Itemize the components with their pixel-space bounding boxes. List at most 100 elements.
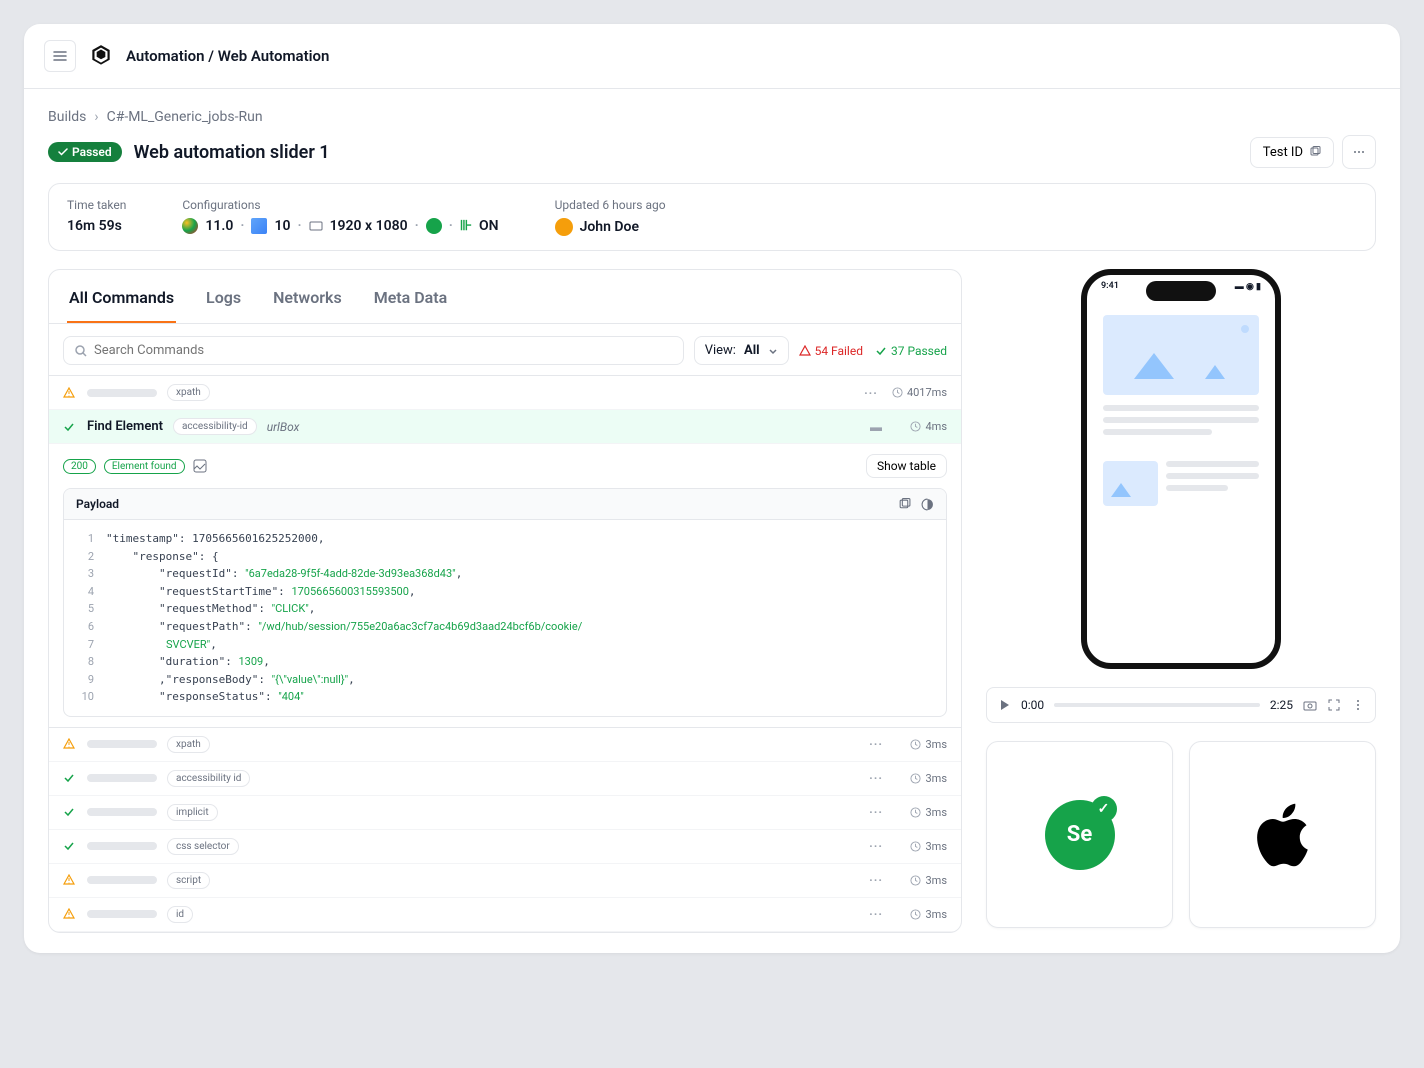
command-row[interactable]: xpath ··· 3ms [49,728,961,762]
check-icon [63,806,77,818]
selector-tag: accessibility id [167,770,250,787]
search-input-wrap[interactable] [63,336,684,365]
command-skeleton [87,842,157,850]
play-icon[interactable] [997,698,1011,712]
logo-icon [88,43,114,69]
apple-card[interactable] [1189,741,1376,928]
command-skeleton [87,740,157,748]
crumb-builds[interactable]: Builds [48,109,86,125]
image-icon[interactable] [193,459,207,473]
check-icon [875,345,887,357]
search-input[interactable] [94,343,673,358]
warning-icon [63,874,77,886]
command-detail: 200 Element found Show table Payload 1"t… [49,444,961,728]
camera-icon[interactable] [1303,698,1317,712]
avatar [555,218,573,236]
warning-icon [63,908,77,920]
selector-tag: accessibility-id [173,418,257,435]
row-more-button[interactable]: ▬ [866,420,887,434]
row-more-button[interactable]: ··· [865,771,887,785]
command-time: 3ms [897,806,947,819]
row-more-button[interactable]: ··· [865,805,887,819]
selector-tag: css selector [167,838,239,855]
command-time: 3ms [897,874,947,887]
more-icon[interactable] [1351,698,1365,712]
tab-logs[interactable]: Logs [204,270,243,323]
command-time: 3ms [897,840,947,853]
command-row[interactable]: css selector ··· 3ms [49,830,961,864]
theme-icon[interactable] [921,498,934,511]
globe-icon [426,218,442,234]
tab-all-commands[interactable]: All Commands [67,270,176,323]
page-title: Web automation slider 1 [134,142,330,163]
command-label: Find Element [87,419,163,434]
selector-tag: implicit [167,804,218,821]
status-code-badge: 200 [63,459,96,474]
row-more-button[interactable]: ··· [865,873,887,887]
user-value: John Doe [555,218,666,236]
test-id-button[interactable]: Test ID [1250,137,1334,168]
warning-icon [63,387,77,399]
check-icon [63,421,77,433]
row-more-button[interactable]: ··· [865,839,887,853]
configurations-value: 11.0· 10· 1920 x 1080· · ⊪ ON [182,218,498,234]
tab-meta-data[interactable]: Meta Data [372,270,450,323]
check-icon [63,772,77,784]
command-row[interactable]: script ··· 3ms [49,864,961,898]
apple-icon [1253,800,1313,870]
command-skeleton [87,910,157,918]
configurations-label: Configurations [182,198,498,212]
command-row[interactable]: implicit ··· 3ms [49,796,961,830]
check-icon [63,840,77,852]
command-skeleton [87,389,157,397]
more-menu-button[interactable] [1342,135,1376,169]
command-row[interactable]: xpath ··· 4017ms [49,376,961,410]
selenium-icon: Se✓ [1045,800,1115,870]
search-icon [74,344,88,358]
chevron-down-icon [768,346,778,356]
payload-code: 1"timestamp": 1705665601625252000, 2 "re… [64,520,946,716]
breadcrumb: Builds › C#-ML_Generic_jobs-Run [48,109,1376,125]
status-badge: Passed [48,142,122,162]
warning-icon [799,345,811,357]
status-text-badge: Element found [104,459,185,474]
command-skeleton [87,774,157,782]
video-progress[interactable] [1054,703,1260,707]
row-more-button[interactable]: ··· [860,386,882,400]
show-table-button[interactable]: Show table [866,454,947,478]
video-player[interactable]: 0:00 2:25 [986,687,1376,723]
command-time: 3ms [897,738,947,751]
selector-tag: xpath [167,736,210,753]
crumb-run[interactable]: C#-ML_Generic_jobs-Run [107,109,263,125]
failed-count: 54 Failed [799,344,863,358]
tab-networks[interactable]: Networks [271,270,344,323]
row-more-button[interactable]: ··· [865,907,887,921]
payload-label: Payload [76,497,119,511]
command-time: 4017ms [892,386,947,399]
selector-tag: script [167,872,210,889]
device-preview: 9:41▬ ◉ ▮ [1081,269,1281,669]
command-skeleton [87,876,157,884]
chevron-right-icon: › [94,109,98,125]
meta-panel: Time taken 16m 59s Configurations 11.0· … [48,183,1376,251]
row-more-button[interactable]: ··· [865,737,887,751]
command-time: 4ms [897,420,947,433]
command-row[interactable]: id ··· 3ms [49,898,961,932]
command-time: 3ms [897,908,947,921]
command-extra: urlBox [267,420,300,434]
command-row[interactable]: Find Element accessibility-id urlBox ▬ 4… [49,410,961,444]
menu-toggle-button[interactable] [44,40,76,72]
fullscreen-icon[interactable] [1327,698,1341,712]
selenium-card[interactable]: Se✓ [986,741,1173,928]
copy-icon[interactable] [898,498,911,511]
command-row[interactable]: accessibility id ··· 3ms [49,762,961,796]
network-icon: ⊪ [460,218,472,234]
passed-count: 37 Passed [875,344,947,358]
command-skeleton [87,808,157,816]
video-duration: 2:25 [1270,698,1293,712]
browser-icon [182,218,198,234]
view-filter-dropdown[interactable]: View: All [694,336,789,365]
os-icon [251,218,267,234]
video-current-time: 0:00 [1021,698,1044,712]
warning-icon [63,738,77,750]
